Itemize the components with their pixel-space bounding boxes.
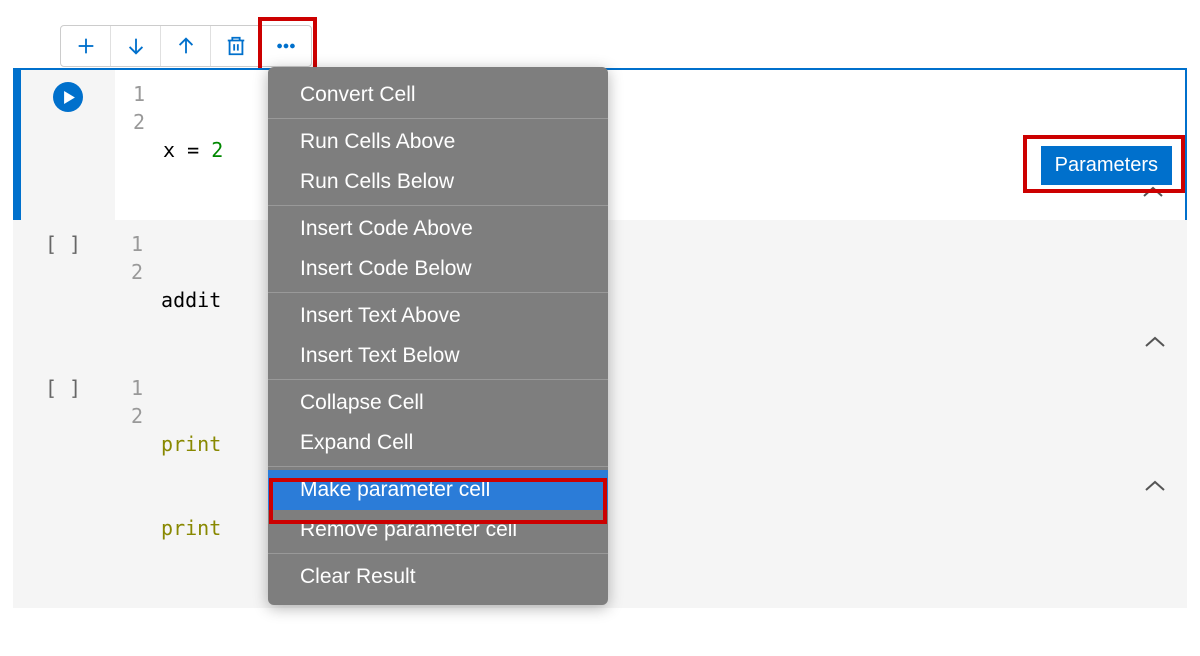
menu-insert-text-above[interactable]: Insert Text Above <box>268 296 608 336</box>
menu-insert-code-below[interactable]: Insert Code Below <box>268 249 608 289</box>
plus-icon <box>75 35 97 57</box>
collapse-toggle[interactable] <box>1143 330 1167 354</box>
execution-count: [ ] <box>45 232 81 256</box>
menu-expand-cell[interactable]: Expand Cell <box>268 423 608 463</box>
ellipsis-icon <box>274 35 298 57</box>
execution-count: [ ] <box>45 376 81 400</box>
menu-remove-parameter-cell[interactable]: Remove parameter cell <box>268 510 608 550</box>
menu-insert-text-below[interactable]: Insert Text Below <box>268 336 608 376</box>
menu-collapse-cell[interactable]: Collapse Cell <box>268 383 608 423</box>
chevron-up-icon <box>1143 479 1167 493</box>
cell-context-menu: Convert Cell Run Cells Above Run Cells B… <box>268 67 608 605</box>
menu-make-parameter-cell[interactable]: Make parameter cell <box>268 470 608 510</box>
delete-cell-button[interactable] <box>211 26 261 66</box>
chevron-up-icon <box>1141 185 1165 199</box>
menu-convert-cell[interactable]: Convert Cell <box>268 75 608 115</box>
menu-run-cells-above[interactable]: Run Cells Above <box>268 122 608 162</box>
line-gutter: 1 2 <box>113 374 161 598</box>
move-down-button[interactable] <box>111 26 161 66</box>
move-up-button[interactable] <box>161 26 211 66</box>
add-cell-button[interactable] <box>61 26 111 66</box>
cell-toolbar <box>60 25 312 67</box>
more-actions-button[interactable] <box>261 26 311 66</box>
menu-run-cells-below[interactable]: Run Cells Below <box>268 162 608 202</box>
run-cell-button[interactable] <box>53 82 83 112</box>
menu-clear-result[interactable]: Clear Result <box>268 557 608 597</box>
menu-insert-code-above[interactable]: Insert Code Above <box>268 209 608 249</box>
parameters-badge: Parameters <box>1041 146 1172 185</box>
arrow-down-icon <box>125 35 147 57</box>
arrow-up-icon <box>175 35 197 57</box>
trash-icon <box>225 35 247 57</box>
cell-gutter: [ ] <box>13 364 113 608</box>
play-icon <box>63 91 76 104</box>
chevron-up-icon <box>1143 335 1167 349</box>
collapse-toggle[interactable] <box>1143 474 1167 498</box>
